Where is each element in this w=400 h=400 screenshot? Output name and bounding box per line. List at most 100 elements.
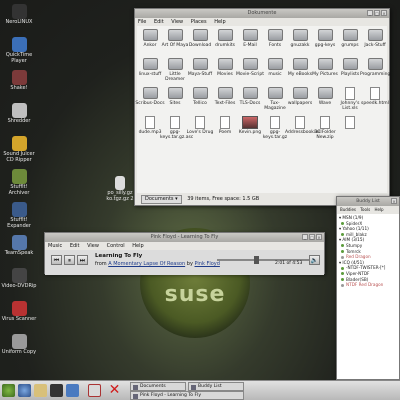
- desktop-icon[interactable]: TeamSpeak: [0, 235, 38, 257]
- file-item[interactable]: speedk.html: [360, 87, 390, 106]
- file-item-label: speedk.html: [361, 101, 389, 106]
- document-icon: [195, 116, 205, 129]
- folder-icon: [242, 87, 258, 99]
- file-manager-menubar: File Edit View Places Help: [135, 18, 389, 26]
- taskbar-task-player[interactable]: Pink Floyd - Learning To Fly: [130, 391, 244, 400]
- menu-places[interactable]: Places: [191, 19, 207, 25]
- file-item-label: gnuzakk: [290, 43, 310, 48]
- close-icon[interactable]: ×: [381, 10, 387, 16]
- folder-icon: [133, 384, 138, 390]
- pause-button[interactable]: ⏸: [64, 255, 75, 265]
- folder-icon: [317, 29, 333, 41]
- menu-view[interactable]: View: [87, 243, 99, 249]
- minimize-icon[interactable]: _: [302, 234, 308, 240]
- folder-icon: [167, 87, 183, 99]
- menu-file[interactable]: File: [138, 19, 146, 25]
- desktop-icon[interactable]: Video-DVDRip: [0, 268, 38, 290]
- file-item[interactable]: [335, 116, 365, 130]
- task-label: Buddy List: [198, 384, 222, 389]
- next-icon: ⏭: [79, 257, 86, 264]
- buddy-list-titlebar[interactable]: Buddy List ×: [337, 197, 399, 206]
- application-icon: [11, 301, 27, 316]
- file-item-label: Sites: [169, 101, 181, 106]
- file-item-label: drumkits: [215, 43, 235, 48]
- seek-slider-handle[interactable]: [254, 256, 260, 264]
- file-item-label: Wave: [318, 101, 332, 106]
- menu-view[interactable]: View: [171, 19, 183, 25]
- folder-icon: [217, 87, 233, 99]
- desktop-icon[interactable]: StuffIt! Archiver: [0, 169, 38, 196]
- close-icon[interactable]: ×: [316, 234, 322, 240]
- desktop-icon[interactable]: Sound Juicer CD Ripper: [0, 136, 38, 163]
- menu-help[interactable]: Help: [214, 19, 225, 25]
- maximize-icon[interactable]: □: [309, 234, 315, 240]
- player-body: ⏮ ⏸ ⏭ Learning To Fly from A Momentary L…: [45, 250, 324, 275]
- image-file-icon: [242, 116, 258, 129]
- player-titlebar[interactable]: Pink Floyd - Learning To Fly _ □ ×: [45, 233, 324, 242]
- application-icon: [11, 37, 27, 52]
- volume-button[interactable]: 🔈: [309, 255, 320, 265]
- folder-icon: [267, 29, 283, 41]
- desktop-icon-label: TeamSpeak: [4, 250, 34, 256]
- web-browser-icon[interactable]: [18, 384, 31, 397]
- document-icon: [220, 116, 230, 129]
- location-select[interactable]: Documents ▾: [141, 195, 182, 204]
- file-item-label: Jack-Stuff: [364, 43, 386, 48]
- desktop-icon[interactable]: Virus Scanner: [0, 301, 38, 323]
- desktop-icon[interactable]: Uniform Copy: [0, 334, 38, 356]
- close-icon[interactable]: ×: [391, 198, 397, 204]
- album-link[interactable]: A Momentary Lapse Of Reason: [108, 261, 185, 267]
- kill-window-icon[interactable]: ✕: [108, 383, 121, 397]
- desktop-icon[interactable]: QuickTime Player: [0, 37, 38, 64]
- buddy-entry[interactable]: SpiderX: [338, 221, 398, 227]
- buddy-entry[interactable]: mill_blakz: [338, 232, 398, 238]
- document-icon: [345, 116, 355, 129]
- buddy-entry[interactable]: NTDF Red Dragon: [338, 282, 398, 288]
- menu-music[interactable]: Music: [48, 243, 62, 249]
- maximize-icon[interactable]: □: [374, 10, 380, 16]
- file-item-label: dude.mp3: [138, 130, 162, 135]
- folder-icon: [192, 29, 208, 41]
- menu-help[interactable]: Help: [374, 207, 383, 212]
- chat-icon: [191, 384, 196, 390]
- desktop-icon[interactable]: StuffIt! Expander: [0, 202, 38, 229]
- document-icon: [345, 87, 355, 100]
- taskbar-task-documents[interactable]: Documents: [130, 382, 186, 391]
- folder-icon: [217, 29, 233, 41]
- music-icon: [133, 393, 138, 399]
- artist-link[interactable]: Pink Floyd: [195, 261, 220, 267]
- desktop-icon[interactable]: Shredder: [0, 103, 38, 125]
- menu-edit[interactable]: Edit: [154, 19, 164, 25]
- time-display: 2:01 of 4:53: [275, 261, 303, 266]
- email-client-icon[interactable]: [34, 384, 47, 397]
- pdf-reader-icon[interactable]: [88, 384, 101, 397]
- file-manager-titlebar[interactable]: Dokumente _ □ ×: [135, 9, 389, 18]
- office-icon[interactable]: [66, 384, 79, 397]
- document-icon: [145, 116, 155, 129]
- buddy-entry[interactable]: Red Dragon: [338, 254, 398, 260]
- minimize-icon[interactable]: _: [367, 10, 373, 16]
- application-icon: [11, 268, 27, 283]
- file-item-label: Download: [188, 43, 212, 48]
- previous-button[interactable]: ⏮: [51, 255, 62, 265]
- desktop-icon[interactable]: Shake!: [0, 70, 38, 92]
- application-icon: [11, 202, 27, 217]
- file-item-label: Ankor: [143, 43, 157, 48]
- menu-buddies[interactable]: Buddies: [340, 207, 356, 212]
- application-icon: [11, 136, 27, 151]
- start-menu-icon[interactable]: [2, 384, 15, 397]
- file-item[interactable]: Programming: [360, 58, 390, 77]
- terminal-icon[interactable]: [50, 384, 63, 397]
- menu-help[interactable]: Help: [132, 243, 143, 249]
- desktop-icon[interactable]: NeroLINUX: [0, 4, 38, 26]
- speaker-icon: 🔈: [310, 257, 319, 264]
- file-item-label: gpg-keys.tar.gz: [262, 130, 288, 140]
- file-item[interactable]: Jack-Stuff: [360, 29, 390, 48]
- menu-edit[interactable]: Edit: [70, 243, 80, 249]
- file-item-label: Tellico: [193, 101, 207, 106]
- menu-control[interactable]: Control: [107, 243, 125, 249]
- menu-tools[interactable]: Tools: [360, 207, 370, 212]
- taskbar-task-buddy-list[interactable]: Buddy List: [188, 382, 244, 391]
- next-button[interactable]: ⏭: [77, 255, 88, 265]
- folder-icon: [317, 87, 333, 99]
